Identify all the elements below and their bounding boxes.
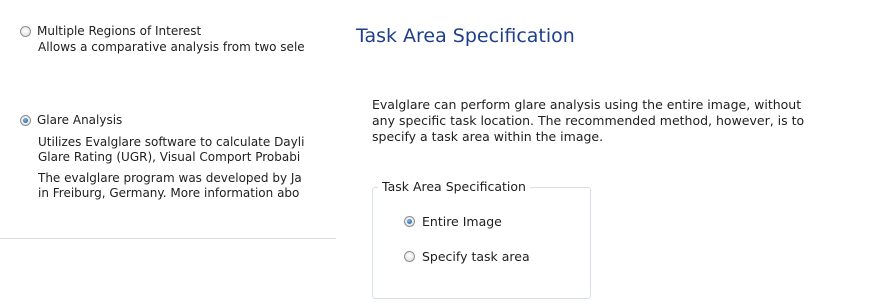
- dialog-root: Multiple Regions of Interest Allows a co…: [0, 0, 878, 305]
- specify-task-area-radio[interactable]: [404, 251, 415, 262]
- groupbox-legend: Task Area Specification: [378, 179, 530, 194]
- glare-analysis-desc-line: Glare Rating (UGR), Visual Comport Proba…: [38, 150, 301, 164]
- multiple-regions-radio[interactable]: [20, 26, 31, 37]
- option-multiple-regions[interactable]: Multiple Regions of Interest Allows a co…: [20, 24, 305, 61]
- glare-analysis-desc-line: The evalglare program was developed by J…: [38, 171, 302, 185]
- task-area-groupbox: Task Area Specification Entire Image Spe…: [372, 179, 591, 299]
- specify-task-area-option[interactable]: Specify task area: [404, 249, 530, 264]
- analysis-options-panel: Multiple Regions of Interest Allows a co…: [0, 0, 337, 239]
- glare-analysis-desc-p2: The evalglare program was developed by J…: [38, 171, 304, 201]
- intro-line: Evalglare can perform glare analysis usi…: [372, 97, 802, 112]
- specify-task-area-label: Specify task area: [422, 249, 530, 264]
- glare-analysis-title: Glare Analysis: [37, 113, 123, 127]
- option-glare-analysis[interactable]: Glare Analysis Utilizes Evalglare softwa…: [20, 113, 304, 207]
- glare-analysis-desc-p1: Utilizes Evalglare software to calculate…: [38, 135, 304, 165]
- glare-analysis-radio[interactable]: [20, 115, 31, 126]
- multiple-regions-desc-line: Allows a comparative analysis from two s…: [38, 40, 305, 54]
- page-title: Task Area Specification: [356, 25, 575, 47]
- multiple-regions-title: Multiple Regions of Interest: [37, 24, 202, 38]
- glare-analysis-desc-line: in Freiburg, Germany. More information a…: [38, 186, 300, 200]
- intro-line: any specific task location. The recommen…: [372, 113, 805, 128]
- entire-image-option[interactable]: Entire Image: [404, 214, 502, 229]
- glare-analysis-desc-line: Utilizes Evalglare software to calculate…: [38, 135, 305, 149]
- entire-image-label: Entire Image: [422, 214, 502, 229]
- task-area-panel: Task Area Specification Evalglare can pe…: [336, 0, 878, 305]
- entire-image-radio[interactable]: [404, 216, 415, 227]
- intro-line: specify a task area within the image.: [372, 129, 604, 144]
- task-area-intro: Evalglare can perform glare analysis usi…: [372, 97, 872, 145]
